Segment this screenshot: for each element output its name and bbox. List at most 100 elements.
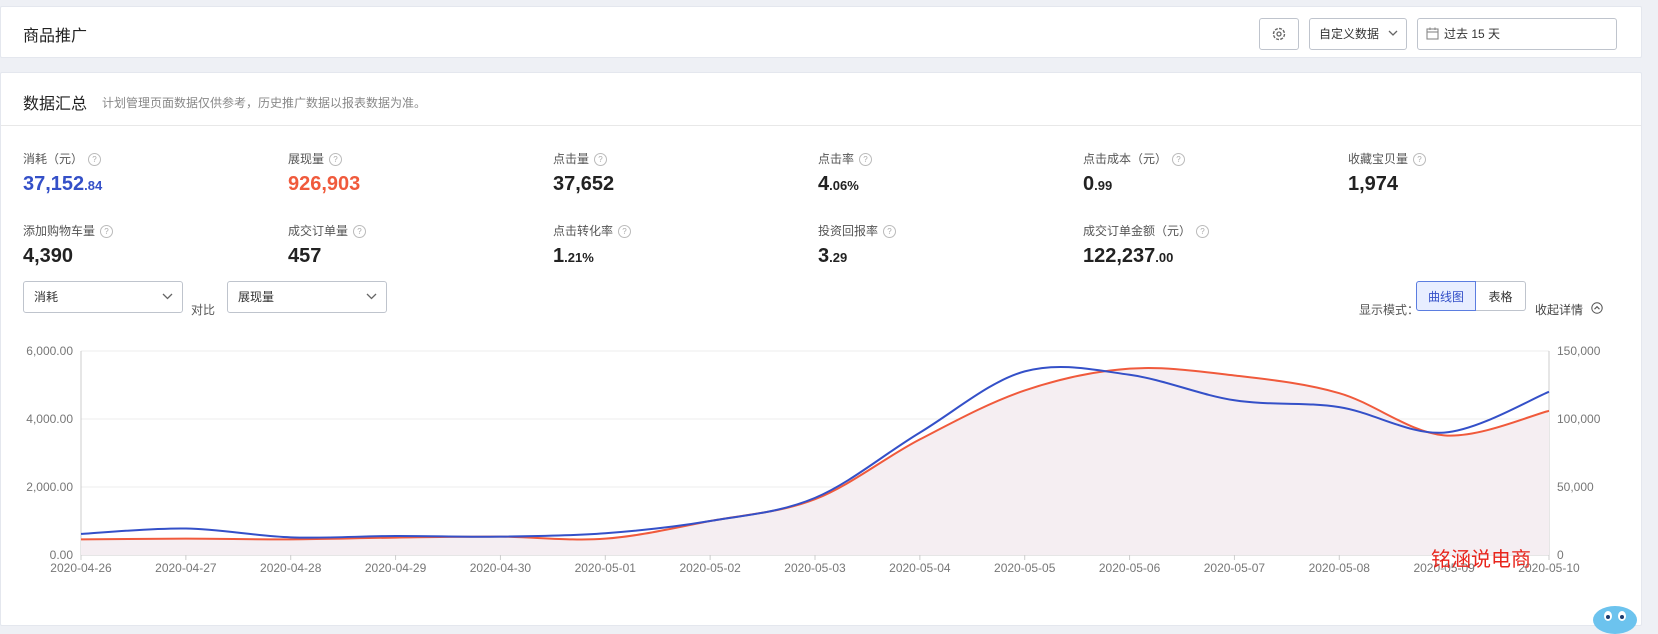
metric-label: 添加购物车量 <box>23 224 96 238</box>
x-tick-label: 2020-05-08 <box>1309 561 1371 575</box>
x-tick-label: 2020-04-30 <box>470 561 532 575</box>
chevron-down-icon <box>1388 30 1398 36</box>
metric-cvr: 点击转化率? 1.21% <box>553 223 793 268</box>
metric-a-value: 消耗 <box>34 290 59 304</box>
metric-value: 1,974 <box>1348 173 1399 195</box>
metric-ctr: 点击率? 4.06% <box>818 151 1058 196</box>
y-right-tick-label: 50,000 <box>1557 480 1594 494</box>
metric-orders: 成交订单量? 457 <box>288 223 528 268</box>
metric-cpc: 点击成本（元）? 0.99 <box>1083 151 1323 196</box>
chevron-down-icon <box>162 293 173 300</box>
metric-value-fraction: .99 <box>1094 178 1113 193</box>
metric-label: 投资回报率 <box>818 224 879 238</box>
date-range-picker[interactable]: 过去 15 天 <box>1417 18 1617 50</box>
x-tick-label: 2020-05-03 <box>784 561 846 575</box>
metric-value: 1 <box>553 245 565 267</box>
metric-label: 成交订单金额（元） <box>1083 224 1192 238</box>
metric-b-value: 展现量 <box>238 290 275 304</box>
date-range-label: 过去 15 天 <box>1444 27 1501 41</box>
help-icon[interactable]: ? <box>594 153 608 166</box>
metric-value: 122,237 <box>1083 245 1156 267</box>
metric-value: 926,903 <box>288 173 361 195</box>
metric-label: 消耗（元） <box>23 152 84 166</box>
x-tick-label: 2020-05-07 <box>1204 561 1266 575</box>
x-tick-label: 2020-05-02 <box>679 561 741 575</box>
gear-icon <box>1272 27 1286 41</box>
metric-label: 点击成本（元） <box>1083 152 1168 166</box>
mode-curve-button[interactable]: 曲线图 <box>1416 281 1476 311</box>
page-title: 商品推广 <box>23 28 88 45</box>
y-right-tick-label: 150,000 <box>1557 344 1601 358</box>
metric-value: 4,390 <box>23 245 74 267</box>
trend-chart: 0.00 0 2,000.00 50,000 4,000.00 100,000 6,000.… <box>26 344 1601 575</box>
section-title: 数据汇总 <box>23 96 88 113</box>
section-note: 计划管理页面数据仅供参考，历史推广数据以报表数据为准。 <box>102 96 427 110</box>
metric-value: 37,152 <box>23 173 85 195</box>
metric-value-fraction: .00 <box>1155 250 1174 265</box>
metric-value: 4 <box>818 173 830 195</box>
calendar-icon <box>1426 27 1439 40</box>
display-mode-label: 显示模式： <box>1359 303 1420 317</box>
metric-value-fraction: .29 <box>829 250 848 265</box>
x-tick-label: 2020-04-29 <box>365 561 427 575</box>
header-bar: 商品推广 自定义数据 过去 15 天 <box>0 6 1642 58</box>
watermark-text: 铭涵说电商 <box>1431 549 1531 571</box>
help-icon[interactable]: ? <box>859 153 873 166</box>
metric-value: 457 <box>288 245 322 267</box>
x-tick-label: 2020-05-01 <box>575 561 637 575</box>
data-summary-card: 数据汇总 计划管理页面数据仅供参考，历史推广数据以报表数据为准。 消耗（元）? … <box>0 72 1642 626</box>
metric-impressions: 展现量? 926,903 <box>288 151 528 196</box>
x-tick-label: 2020-04-28 <box>260 561 322 575</box>
metric-favorites: 收藏宝贝量? 1,974 <box>1348 151 1588 196</box>
x-tick-label: 2020-05-06 <box>1099 561 1161 575</box>
metric-b-select[interactable]: 展现量 <box>227 281 387 313</box>
y-left-tick-label: 2,000.00 <box>26 480 73 494</box>
y-right-tick-label: 100,000 <box>1557 412 1601 426</box>
metric-value: 37,652 <box>553 173 615 195</box>
help-icon[interactable]: ? <box>100 225 114 238</box>
help-icon[interactable]: ? <box>618 225 632 238</box>
metric-clicks: 点击量? 37,652 <box>553 151 793 196</box>
custom-data-dropdown[interactable]: 自定义数据 <box>1309 18 1407 50</box>
x-tick-label: 2020-05-04 <box>889 561 951 575</box>
metric-label: 成交订单量 <box>288 224 349 238</box>
metric-add-to-cart: 添加购物车量? 4,390 <box>23 223 263 268</box>
help-icon[interactable]: ? <box>88 153 102 166</box>
metric-label: 点击率 <box>818 152 855 166</box>
y-left-tick-label: 0.00 <box>50 548 74 562</box>
y-right-tick-label: 0 <box>1557 548 1564 562</box>
mode-table-button[interactable]: 表格 <box>1476 281 1526 311</box>
metric-label: 收藏宝贝量 <box>1348 152 1409 166</box>
chevron-up-circle-icon <box>1591 302 1603 314</box>
help-icon[interactable]: ? <box>883 225 897 238</box>
metric-cost: 消耗（元）? 37,152.84 <box>23 151 263 196</box>
collapse-details-button[interactable]: 收起详情 <box>1535 301 1603 318</box>
chevron-down-icon <box>366 293 377 300</box>
divider <box>1 125 1641 126</box>
metric-label: 点击转化率 <box>553 224 614 238</box>
x-tick-label: 2020-05-05 <box>994 561 1056 575</box>
mascot-avatar-icon <box>1593 606 1637 634</box>
y-left-tick-label: 6,000.00 <box>26 344 73 358</box>
x-tick-label: 2020-04-27 <box>155 561 217 575</box>
custom-data-label: 自定义数据 <box>1319 27 1380 41</box>
y-left-tick-label: 4,000.00 <box>26 412 73 426</box>
metric-a-select[interactable]: 消耗 <box>23 281 183 313</box>
help-icon[interactable]: ? <box>1172 153 1186 166</box>
metric-order-amount: 成交订单金额（元）? 122,237.00 <box>1083 223 1323 268</box>
metric-value-fraction: .84 <box>84 178 103 193</box>
compare-label: 对比 <box>191 303 216 317</box>
metric-label: 点击量 <box>553 152 590 166</box>
help-icon[interactable]: ? <box>1196 225 1210 238</box>
metric-roi: 投资回报率? 3.29 <box>818 223 1058 268</box>
settings-button[interactable] <box>1259 18 1299 50</box>
help-icon[interactable]: ? <box>329 153 343 166</box>
help-icon[interactable]: ? <box>353 225 367 238</box>
metric-value: 3 <box>818 245 830 267</box>
collapse-label: 收起详情 <box>1535 303 1584 317</box>
metric-value: 0 <box>1083 173 1095 195</box>
metric-value-fraction: .06% <box>829 178 859 193</box>
help-icon[interactable]: ? <box>1413 153 1427 166</box>
metric-label: 展现量 <box>288 152 325 166</box>
x-tick-label: 2020-04-26 <box>50 561 112 575</box>
